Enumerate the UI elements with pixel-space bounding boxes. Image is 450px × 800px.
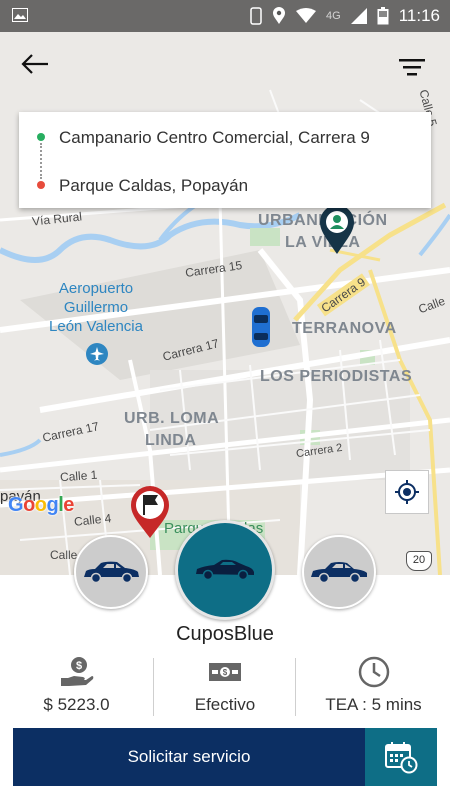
fare-info: $ $ 5223.0 xyxy=(0,655,153,715)
vehicle-marker-icon xyxy=(252,307,270,347)
svg-text:$: $ xyxy=(75,660,81,672)
airport-icon xyxy=(86,343,108,365)
eta-info: TEA : 5 mins xyxy=(297,655,450,715)
filter-button[interactable] xyxy=(398,56,426,80)
schedule-button[interactable] xyxy=(365,728,437,786)
arrow-left-icon xyxy=(21,53,48,74)
airport-label-line2: Guillermo xyxy=(63,299,129,316)
origin-dot-icon xyxy=(37,133,45,141)
clock-icon xyxy=(358,656,389,688)
route-card[interactable]: Campanario Centro Comercial, Carrera 9 P… xyxy=(19,112,431,208)
back-button[interactable] xyxy=(18,50,52,80)
payment-method-value: Efectivo xyxy=(194,695,256,714)
map-label-los-periodistas: LOS PERIODISTAS xyxy=(260,368,413,385)
info-divider xyxy=(153,658,154,716)
calendar-clock-icon xyxy=(385,742,418,774)
origin-pin-icon[interactable] xyxy=(318,204,356,256)
location-icon xyxy=(273,7,286,24)
sedan-car-icon xyxy=(84,561,139,584)
status-bar: 4G 11:16 xyxy=(0,0,450,32)
my-location-button[interactable] xyxy=(385,470,429,514)
sedan-car-icon xyxy=(311,562,367,584)
vehicle-option-premium[interactable] xyxy=(302,535,376,609)
fare-value: $ 5223.0 xyxy=(43,695,110,714)
map-view[interactable]: Calle 5 Vía Rural URBANIZACIÓN LA VILLA … xyxy=(0,0,450,575)
map-label-terranova: TERRANOVA xyxy=(292,320,397,337)
image-icon xyxy=(12,8,28,22)
cash-icon: $ xyxy=(209,663,241,681)
network-type: 4G xyxy=(326,10,341,22)
map-label-calle1: Calle 1 xyxy=(59,467,98,485)
map-label-airport: Aeropuerto Guillermo León Valencia xyxy=(44,279,148,336)
destination-dot-icon xyxy=(37,181,45,189)
airport-label-line1: Aeropuerto xyxy=(58,280,134,297)
sports-car-icon xyxy=(196,559,254,581)
status-time: 11:16 xyxy=(398,6,440,25)
route-shield-badge: 20 xyxy=(406,551,432,571)
filter-icon xyxy=(399,59,425,76)
info-divider xyxy=(295,658,296,716)
map-label-urb-loma: URB. LOMA xyxy=(124,410,220,427)
app-screen: Calle 5 Vía Rural URBANIZACIÓN LA VILLA … xyxy=(0,0,450,800)
eta-value: TEA : 5 mins xyxy=(325,695,422,714)
request-service-button[interactable]: Solicitar servicio xyxy=(13,728,365,786)
payment-info[interactable]: $ Efectivo xyxy=(155,655,295,715)
google-logo: Google xyxy=(8,494,74,516)
money-hand-icon: $ xyxy=(60,657,93,686)
phone-icon xyxy=(250,7,262,25)
destination-flag-pin-icon[interactable] xyxy=(128,484,172,540)
signal-icon xyxy=(350,8,367,24)
origin-address[interactable]: Campanario Centro Comercial, Carrera 9 xyxy=(59,128,370,148)
crosshair-icon xyxy=(395,480,419,504)
svg-text:$: $ xyxy=(223,668,228,677)
route-connector xyxy=(40,143,42,179)
vehicle-option-standard[interactable] xyxy=(74,535,148,609)
battery-icon xyxy=(377,7,389,25)
airport-label-line3: León Valencia xyxy=(49,318,143,335)
map-label-linda: LINDA xyxy=(145,432,197,449)
selected-service-name: CuposBlue xyxy=(176,623,274,645)
vehicle-option-cuposblue[interactable] xyxy=(175,520,275,620)
destination-address[interactable]: Parque Caldas, Popayán xyxy=(59,176,248,196)
map-label-calle-bottom: Calle xyxy=(50,548,78,562)
wifi-icon xyxy=(296,8,317,23)
